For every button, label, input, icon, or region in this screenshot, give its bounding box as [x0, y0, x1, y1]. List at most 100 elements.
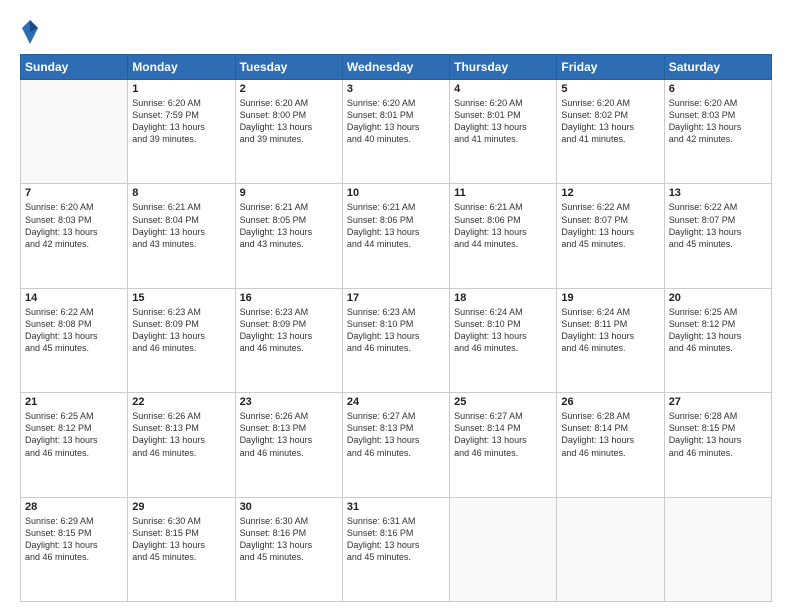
day-cell: 15 Sunrise: 6:23 AM Sunset: 8:09 PM Dayli…: [128, 288, 235, 392]
day-number: 13: [669, 187, 767, 199]
day-number: 1: [132, 83, 230, 95]
header: [20, 18, 772, 46]
day-number: 20: [669, 292, 767, 304]
day-info: Sunrise: 6:20 AM Sunset: 8:01 PM Dayligh…: [454, 97, 552, 146]
week-row-3: 14Sunrise: 6:22 AM Sunset: 8:08 PM Dayli…: [21, 288, 772, 392]
day-cell: 6 Sunrise: 6:20 AM Sunset: 8:03 PM Daylig…: [664, 80, 771, 184]
column-header-saturday: Saturday: [664, 55, 771, 80]
calendar-table: SundayMondayTuesdayWednesdayThursdayFrid…: [20, 54, 772, 602]
day-cell: [664, 497, 771, 601]
day-number: 9: [240, 187, 338, 199]
day-cell: 19 Sunrise: 6:24 AM Sunset: 8:11 PM Dayli…: [557, 288, 664, 392]
day-number: 15: [132, 292, 230, 304]
day-number: 21: [25, 396, 123, 408]
week-row-4: 21 Sunrise: 6:25 AM Sunset: 8:12 PM Dayli…: [21, 393, 772, 497]
day-cell: 29Sunrise: 6:30 AM Sunset: 8:15 PM Dayli…: [128, 497, 235, 601]
day-info: Sunrise: 6:25 AM Sunset: 8:12 PM Dayligh…: [669, 306, 767, 355]
day-cell: 14Sunrise: 6:22 AM Sunset: 8:08 PM Dayli…: [21, 288, 128, 392]
day-info: Sunrise: 6:22 AM Sunset: 8:08 PM Dayligh…: [25, 306, 123, 355]
day-cell: 4 Sunrise: 6:20 AM Sunset: 8:01 PM Daylig…: [450, 80, 557, 184]
day-number: 8: [132, 187, 230, 199]
day-info: Sunrise: 6:20 AM Sunset: 8:03 PM Dayligh…: [25, 201, 123, 250]
day-info: Sunrise: 6:26 AM Sunset: 8:13 PM Dayligh…: [132, 410, 230, 459]
day-number: 3: [347, 83, 445, 95]
day-info: Sunrise: 6:20 AM Sunset: 8:02 PM Dayligh…: [561, 97, 659, 146]
day-cell: 24 Sunrise: 6:27 AM Sunset: 8:13 PM Dayli…: [342, 393, 449, 497]
day-info: Sunrise: 6:23 AM Sunset: 8:10 PM Dayligh…: [347, 306, 445, 355]
day-number: 22: [132, 396, 230, 408]
day-cell: 30 Sunrise: 6:30 AM Sunset: 8:16 PM Dayli…: [235, 497, 342, 601]
column-header-wednesday: Wednesday: [342, 55, 449, 80]
week-row-2: 7 Sunrise: 6:20 AM Sunset: 8:03 PM Daylig…: [21, 184, 772, 288]
day-number: 24: [347, 396, 445, 408]
day-cell: 10 Sunrise: 6:21 AM Sunset: 8:06 PM Dayli…: [342, 184, 449, 288]
day-number: 6: [669, 83, 767, 95]
day-number: 11: [454, 187, 552, 199]
day-info: Sunrise: 6:21 AM Sunset: 8:06 PM Dayligh…: [454, 201, 552, 250]
day-info: Sunrise: 6:22 AM Sunset: 8:07 PM Dayligh…: [669, 201, 767, 250]
day-cell: 13 Sunrise: 6:22 AM Sunset: 8:07 PM Dayli…: [664, 184, 771, 288]
day-info: Sunrise: 6:21 AM Sunset: 8:05 PM Dayligh…: [240, 201, 338, 250]
day-cell: 27 Sunrise: 6:28 AM Sunset: 8:15 PM Dayli…: [664, 393, 771, 497]
day-cell: 21 Sunrise: 6:25 AM Sunset: 8:12 PM Dayli…: [21, 393, 128, 497]
day-cell: 12 Sunrise: 6:22 AM Sunset: 8:07 PM Dayli…: [557, 184, 664, 288]
day-info: Sunrise: 6:20 AM Sunset: 7:59 PM Dayligh…: [132, 97, 230, 146]
day-info: Sunrise: 6:31 AM Sunset: 8:16 PM Dayligh…: [347, 515, 445, 564]
day-cell: [21, 80, 128, 184]
day-number: 7: [25, 187, 123, 199]
day-cell: [557, 497, 664, 601]
column-header-sunday: Sunday: [21, 55, 128, 80]
day-cell: 31 Sunrise: 6:31 AM Sunset: 8:16 PM Dayli…: [342, 497, 449, 601]
logo: [20, 18, 44, 46]
day-info: Sunrise: 6:22 AM Sunset: 8:07 PM Dayligh…: [561, 201, 659, 250]
day-info: Sunrise: 6:23 AM Sunset: 8:09 PM Dayligh…: [132, 306, 230, 355]
day-info: Sunrise: 6:26 AM Sunset: 8:13 PM Dayligh…: [240, 410, 338, 459]
day-number: 10: [347, 187, 445, 199]
day-cell: 1 Sunrise: 6:20 AM Sunset: 7:59 PM Daylig…: [128, 80, 235, 184]
logo-icon: [20, 18, 40, 46]
day-cell: 16 Sunrise: 6:23 AM Sunset: 8:09 PM Dayli…: [235, 288, 342, 392]
column-header-friday: Friday: [557, 55, 664, 80]
header-row: SundayMondayTuesdayWednesdayThursdayFrid…: [21, 55, 772, 80]
day-cell: 25Sunrise: 6:27 AM Sunset: 8:14 PM Dayli…: [450, 393, 557, 497]
day-number: 4: [454, 83, 552, 95]
day-cell: 17 Sunrise: 6:23 AM Sunset: 8:10 PM Dayli…: [342, 288, 449, 392]
day-cell: 26Sunrise: 6:28 AM Sunset: 8:14 PM Dayli…: [557, 393, 664, 497]
day-number: 16: [240, 292, 338, 304]
day-info: Sunrise: 6:24 AM Sunset: 8:11 PM Dayligh…: [561, 306, 659, 355]
column-header-tuesday: Tuesday: [235, 55, 342, 80]
day-cell: 18 Sunrise: 6:24 AM Sunset: 8:10 PM Dayli…: [450, 288, 557, 392]
day-cell: 5 Sunrise: 6:20 AM Sunset: 8:02 PM Daylig…: [557, 80, 664, 184]
day-info: Sunrise: 6:30 AM Sunset: 8:16 PM Dayligh…: [240, 515, 338, 564]
day-number: 30: [240, 501, 338, 513]
day-number: 12: [561, 187, 659, 199]
page: SundayMondayTuesdayWednesdayThursdayFrid…: [0, 0, 792, 612]
day-cell: 22 Sunrise: 6:26 AM Sunset: 8:13 PM Dayli…: [128, 393, 235, 497]
column-header-thursday: Thursday: [450, 55, 557, 80]
day-cell: 23Sunrise: 6:26 AM Sunset: 8:13 PM Dayli…: [235, 393, 342, 497]
day-number: 5: [561, 83, 659, 95]
column-header-monday: Monday: [128, 55, 235, 80]
day-number: 18: [454, 292, 552, 304]
day-cell: 2Sunrise: 6:20 AM Sunset: 8:00 PM Daylig…: [235, 80, 342, 184]
day-info: Sunrise: 6:24 AM Sunset: 8:10 PM Dayligh…: [454, 306, 552, 355]
day-info: Sunrise: 6:28 AM Sunset: 8:15 PM Dayligh…: [669, 410, 767, 459]
week-row-1: 1 Sunrise: 6:20 AM Sunset: 7:59 PM Daylig…: [21, 80, 772, 184]
day-number: 26: [561, 396, 659, 408]
day-info: Sunrise: 6:25 AM Sunset: 8:12 PM Dayligh…: [25, 410, 123, 459]
day-number: 29: [132, 501, 230, 513]
day-cell: 3Sunrise: 6:20 AM Sunset: 8:01 PM Daylig…: [342, 80, 449, 184]
day-info: Sunrise: 6:20 AM Sunset: 8:03 PM Dayligh…: [669, 97, 767, 146]
day-number: 28: [25, 501, 123, 513]
day-cell: [450, 497, 557, 601]
day-info: Sunrise: 6:27 AM Sunset: 8:13 PM Dayligh…: [347, 410, 445, 459]
day-number: 31: [347, 501, 445, 513]
day-cell: 11 Sunrise: 6:21 AM Sunset: 8:06 PM Dayli…: [450, 184, 557, 288]
day-info: Sunrise: 6:23 AM Sunset: 8:09 PM Dayligh…: [240, 306, 338, 355]
day-info: Sunrise: 6:20 AM Sunset: 8:00 PM Dayligh…: [240, 97, 338, 146]
day-info: Sunrise: 6:21 AM Sunset: 8:04 PM Dayligh…: [132, 201, 230, 250]
day-number: 17: [347, 292, 445, 304]
day-number: 19: [561, 292, 659, 304]
day-info: Sunrise: 6:21 AM Sunset: 8:06 PM Dayligh…: [347, 201, 445, 250]
day-number: 27: [669, 396, 767, 408]
